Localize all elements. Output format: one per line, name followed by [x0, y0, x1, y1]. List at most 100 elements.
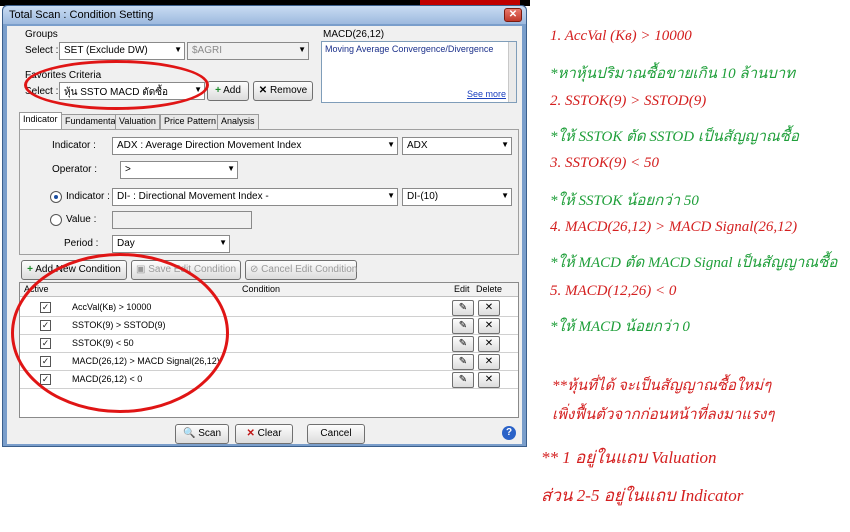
grid-header-delete: Delete	[476, 284, 503, 294]
highlight-ellipse-favorites	[24, 60, 209, 110]
cancel-label: Cancel	[320, 428, 352, 439]
indicator-param-value: ADX	[407, 140, 428, 151]
add-favorite-label: Add	[223, 85, 241, 96]
grid-header-edit: Edit	[454, 284, 470, 294]
close-icon[interactable]: ✕	[504, 8, 522, 22]
edit-condition-button[interactable]: ✎	[452, 300, 474, 316]
groups-select[interactable]: SET (Exclude DW) ▼	[59, 42, 185, 60]
delete-condition-button[interactable]: ✕	[478, 336, 500, 352]
remove-icon: ✕	[258, 85, 268, 96]
groups-secondary-value: $AGRI	[192, 45, 223, 56]
annotation-note: 2. SSTOK(9) > SSTOD(9)	[550, 93, 707, 109]
tab-fundamental[interactable]: Fundamental	[61, 114, 122, 129]
annotation-note: *ให้ SSTOK ตัด SSTOD เป็นสัญญาณซื้อ	[550, 129, 799, 145]
highlight-ellipse-conditions	[11, 253, 229, 413]
grid-header-condition: Condition	[242, 284, 281, 294]
close-icon: ✕	[484, 320, 494, 331]
remove-favorite-label: Remove	[269, 85, 308, 96]
cancel-edit-condition-label: Cancel Edit Condition	[261, 264, 358, 275]
indicator-label: Indicator :	[52, 140, 96, 151]
add-favorite-button[interactable]: + Add	[207, 81, 249, 101]
groups-label: Groups	[25, 29, 58, 40]
tab-valuation[interactable]: Valuation	[115, 114, 160, 129]
summary-note-3: ** 1 อยู่ในแถบ Valuation	[541, 448, 717, 467]
close-icon: ✕	[484, 356, 494, 367]
delete-condition-button[interactable]: ✕	[478, 372, 500, 388]
close-icon: ✕	[484, 302, 494, 313]
delete-condition-button[interactable]: ✕	[478, 318, 500, 334]
pencil-icon: ✎	[458, 302, 468, 313]
summary-note-1: **หุ้นที่ได้ จะเป็นสัญญาณซื้อใหม่ๆ	[552, 378, 772, 394]
period-select-value: Day	[117, 238, 135, 249]
tab-strip: Indicator Fundamental Valuation Price Pa…	[19, 112, 519, 130]
cancel-button[interactable]: Cancel	[307, 424, 365, 444]
rhs-indicator-label: Indicator :	[66, 191, 110, 202]
annotation-note: *หาหุ้นปริมาณซื้อขายเกิน 10 ล้านบาท	[550, 66, 796, 82]
scan-label: Scan	[198, 428, 222, 439]
edit-condition-button[interactable]: ✎	[452, 354, 474, 370]
annotation-note: 5. MACD(12,26) < 0	[550, 283, 677, 299]
pencil-icon: ✎	[458, 320, 468, 331]
chevron-down-icon: ▼	[387, 140, 395, 149]
pencil-icon: ✎	[458, 338, 468, 349]
chevron-down-icon: ▼	[174, 45, 182, 54]
scan-button[interactable]: 🔍 Scan	[175, 424, 229, 444]
remove-favorite-button[interactable]: ✕ Remove	[253, 81, 313, 101]
delete-condition-button[interactable]: ✕	[478, 300, 500, 316]
close-icon: ✕	[484, 374, 494, 385]
close-icon: ✕	[484, 338, 494, 349]
value-label: Value :	[66, 214, 97, 225]
period-label: Period :	[64, 238, 99, 249]
tab-analysis[interactable]: Analysis	[217, 114, 259, 129]
chevron-down-icon: ▼	[501, 140, 509, 149]
delete-condition-button[interactable]: ✕	[478, 354, 500, 370]
operator-select[interactable]: > ▼	[120, 161, 238, 179]
annotation-note: 3. SSTOK(9) < 50	[550, 155, 660, 171]
clear-button[interactable]: ✕ Clear	[235, 424, 293, 444]
see-more-link[interactable]: See more	[467, 89, 506, 99]
annotation-note: 4. MACD(26,12) > MACD Signal(26,12)	[550, 219, 798, 235]
rhs-indicator-radio[interactable]	[50, 191, 62, 203]
annotation-note: *ให้ MACD ตัด MACD Signal เป็นสัญญาณซื้อ	[550, 255, 838, 271]
add-icon: +	[215, 85, 221, 96]
operator-select-value: >	[125, 164, 131, 175]
edit-condition-button[interactable]: ✎	[452, 336, 474, 352]
edit-condition-button[interactable]: ✎	[452, 318, 474, 334]
indicator-param-select[interactable]: ADX ▼	[402, 137, 512, 155]
period-select[interactable]: Day ▼	[112, 235, 230, 253]
search-icon: 🔍	[182, 428, 196, 439]
description-box: Moving Average Convergence/Divergence Se…	[321, 41, 517, 103]
cancel-icon: ⊘	[250, 264, 259, 275]
summary-note-4: ส่วน 2-5 อยู่ในแถบ Indicator	[541, 486, 744, 505]
edit-condition-button[interactable]: ✎	[452, 372, 474, 388]
indicator-select[interactable]: ADX : Average Direction Movement Index ▼	[112, 137, 398, 155]
description-text: Moving Average Convergence/Divergence	[325, 44, 494, 54]
window-title: Total Scan : Condition Setting	[9, 9, 154, 21]
indicator-select-value: ADX : Average Direction Movement Index	[117, 140, 302, 151]
annotation-note: *ให้ SSTOK น้อยกว่า 50	[550, 193, 699, 209]
chevron-down-icon: ▼	[298, 45, 306, 54]
rhs-indicator-param-select[interactable]: DI-(10) ▼	[402, 188, 512, 206]
cancel-edit-condition-button: ⊘ Cancel Edit Condition	[245, 260, 357, 280]
value-radio[interactable]	[50, 214, 62, 226]
value-input[interactable]	[112, 211, 252, 229]
clear-label: Clear	[257, 428, 282, 439]
tab-indicator[interactable]: Indicator	[19, 112, 62, 129]
rhs-indicator-param-value: DI-(10)	[407, 191, 439, 202]
pencil-icon: ✎	[458, 374, 468, 385]
description-scrollbar[interactable]	[508, 42, 516, 102]
add-icon: +	[27, 264, 33, 275]
tab-price-pattern[interactable]: Price Pattern	[160, 114, 221, 129]
pencil-icon: ✎	[458, 356, 468, 367]
operator-label: Operator :	[52, 164, 98, 175]
chevron-down-icon: ▼	[227, 164, 235, 173]
rhs-indicator-select[interactable]: DI- : Directional Movement Index - ▼	[112, 188, 398, 206]
description-title: MACD(26,12)	[323, 29, 385, 40]
annotation-note: 1. AccVal (Kв) > 10000	[550, 28, 692, 44]
chevron-down-icon: ▼	[501, 191, 509, 200]
help-icon[interactable]: ?	[502, 426, 516, 440]
groups-secondary-select: $AGRI ▼	[187, 42, 309, 60]
indicator-panel: Indicator : ADX : Average Direction Move…	[19, 129, 519, 255]
groups-select-value: SET (Exclude DW)	[64, 45, 148, 56]
rhs-indicator-value: DI- : Directional Movement Index -	[117, 191, 269, 202]
